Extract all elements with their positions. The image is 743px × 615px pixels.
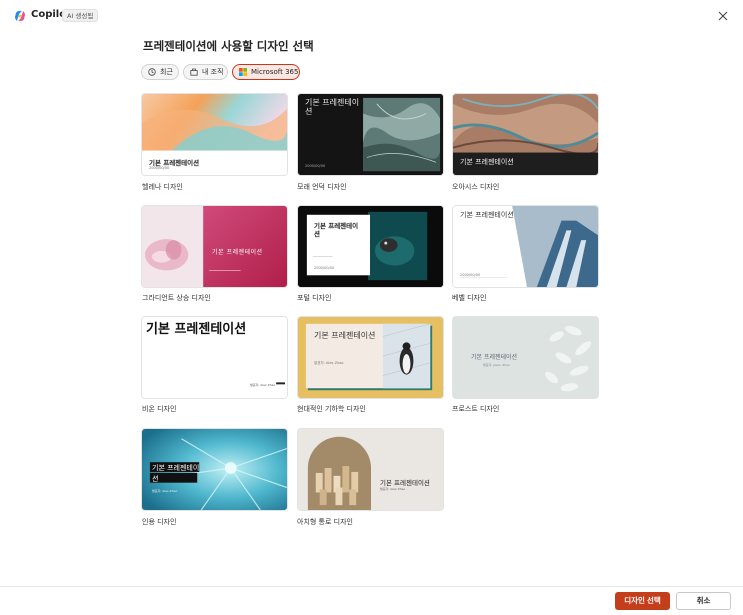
thumbnail-title: 기본 프레젠테이션 [305, 98, 360, 116]
design-name-quote: 인용 디자인 [142, 518, 177, 526]
thumbnail-date: 2000/00/00 [460, 273, 481, 277]
thumbnail-date: 2000/00/00 [149, 166, 170, 170]
close-icon[interactable] [716, 9, 730, 23]
filter-microsoft-365-label: Microsoft 365 [251, 68, 299, 76]
thumbnail-date: 2000/00/00 [305, 164, 326, 168]
design-card-modern-geometry[interactable]: 기본 프레젠테이션 발표자: Alex Zhao [297, 316, 444, 399]
design-name-bevel: 베벨 디자인 [452, 294, 487, 302]
footer-divider [0, 586, 743, 587]
thumbnail-title: 기본 프레젠테이션 [152, 464, 200, 483]
thumbnail-presenter: 발표자: Jason Zhao [483, 363, 510, 367]
design-name-frost: 프로스트 디자인 [452, 405, 500, 413]
design-card-helena[interactable]: 기본 프레젠테이션 2000/00/00 [141, 93, 288, 176]
design-card-bevel[interactable]: 기본 프레젠테이션 2000/00/00 [452, 205, 599, 288]
arched-passage-thumbnail [298, 429, 443, 510]
design-card-gradient-rise[interactable]: 기본 프레젠테이션 [141, 205, 288, 288]
filter-my-organization-label: 내 조직 [202, 68, 224, 76]
design-card-sand-dune[interactable]: 기본 프레젠테이션 2000/00/00 [297, 93, 444, 176]
design-card-oasis[interactable]: 기본 프레젠테이션 [452, 93, 599, 176]
design-card-vion[interactable]: 기본 프레젠테이션 발표자: Alex Zhao [141, 316, 288, 399]
thumbnail-title: 기본 프레젠테이션 [380, 479, 430, 487]
copilot-logo-icon [15, 11, 25, 21]
design-name-arched-passage: 아치형 통로 디자인 [297, 518, 353, 526]
thumbnail-presenter: 발표자: Alex Zhao [250, 383, 276, 387]
thumbnail-presenter: 발표자: Alex Zhao [314, 361, 344, 365]
design-name-oasis: 오아시스 디자인 [452, 183, 500, 191]
design-name-helena: 헬레나 디자인 [142, 183, 183, 191]
thumbnail-title: 기본 프레젠테이션 [212, 249, 263, 256]
organization-icon [190, 68, 198, 76]
design-name-vion: 비온 디자인 [142, 405, 177, 413]
design-card-portal[interactable]: 기본 프레젠테이션 2000/00/00 [297, 205, 444, 288]
design-card-arched-passage[interactable]: 기본 프레젠테이션 발표자: Alex Zhao [297, 428, 444, 511]
dialog-title: 프레젠테이션에 사용할 디자인 선택 [143, 39, 314, 53]
thumbnail-date: 2000/00/00 [314, 266, 335, 270]
filter-microsoft-365[interactable]: Microsoft 365 [232, 64, 300, 80]
cancel-button[interactable]: 취소 [676, 592, 731, 610]
select-design-button[interactable]: 디자인 선택 [615, 592, 670, 610]
design-card-quote[interactable]: 기본 프레젠테이션 발표자: Alex Zhao [141, 428, 288, 511]
thumbnail-title: 기본 프레젠테이션 [314, 331, 376, 340]
thumbnail-presenter: 발표자: Alex Zhao [152, 489, 178, 493]
microsoft-logo-icon [239, 68, 247, 76]
top-bar: Copilot AI 생성됨 [0, 0, 743, 32]
ai-generated-badge: AI 생성됨 [62, 9, 99, 22]
thumbnail-presenter: 발표자: Alex Zhao [380, 487, 406, 491]
design-name-gradient-rise: 그라디언트 상승 디자인 [142, 294, 211, 302]
design-name-modern-geometry: 현대적인 기하학 디자인 [297, 405, 366, 413]
thumbnail-title: 기본 프레젠테이션 [460, 211, 514, 219]
thumbnail-title: 기본 프레젠테이션 [460, 158, 514, 166]
modern-geometry-thumbnail [298, 317, 443, 398]
filter-recent[interactable]: 최근 [141, 64, 179, 80]
design-card-frost[interactable]: 기본 프레젠테이션 발표자: Jason Zhao [452, 316, 599, 399]
portal-thumbnail [298, 206, 443, 287]
filter-my-organization[interactable]: 내 조직 [183, 64, 228, 80]
thumbnail-title: 기본 프레젠테이션 [471, 354, 518, 361]
thumbnail-title: 기본 프레젠테이션 [314, 222, 359, 238]
clock-icon [148, 68, 156, 76]
design-name-portal: 포털 디자인 [297, 294, 332, 302]
design-name-sand-dune: 모래 언덕 디자인 [297, 183, 347, 191]
filter-recent-label: 최근 [160, 68, 173, 76]
thumbnail-title: 기본 프레젠테이션 [146, 322, 247, 337]
